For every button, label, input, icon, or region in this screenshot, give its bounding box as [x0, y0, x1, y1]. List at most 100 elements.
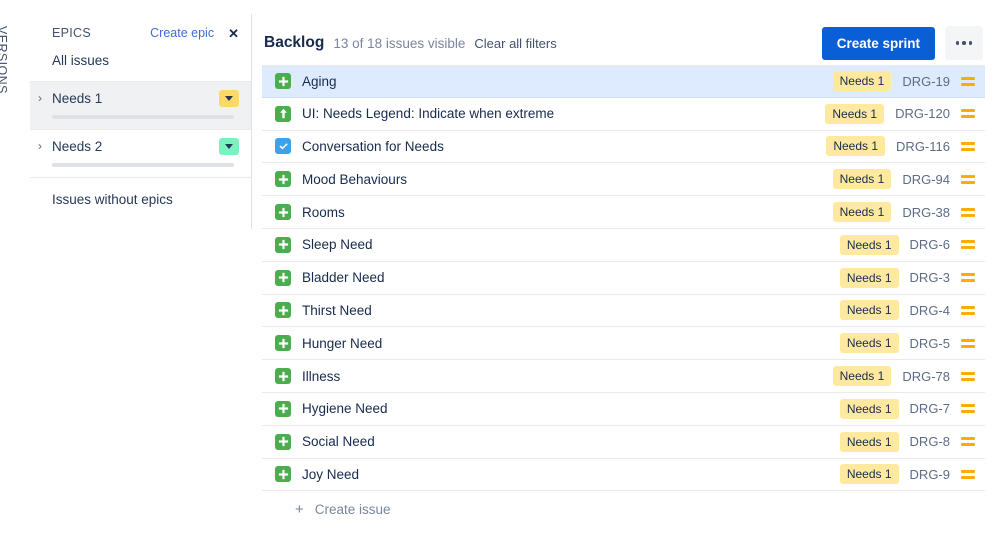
issue-key-link[interactable]: DRG-8: [910, 434, 950, 449]
chevron-down-icon: [225, 144, 233, 149]
issue-type-story-icon[interactable]: [275, 302, 291, 319]
backlog-issue-row[interactable]: Hunger Need Needs 1 DRG-5: [262, 327, 985, 361]
priority-bar: [961, 443, 975, 447]
issue-type-story-icon[interactable]: [275, 368, 291, 385]
priority-bar: [961, 311, 975, 315]
issue-key-link[interactable]: DRG-7: [910, 401, 950, 416]
priority-bar: [961, 305, 975, 309]
epic-item-needs-1[interactable]: › Needs 1: [30, 82, 251, 130]
backlog-issue-row[interactable]: Sleep Need Needs 1 DRG-6: [262, 228, 985, 262]
issue-type-improvement-icon[interactable]: [275, 105, 291, 122]
backlog-issue-row[interactable]: Conversation for Needs Needs 1 DRG-116: [262, 130, 985, 164]
chevron-right-icon[interactable]: ›: [38, 92, 42, 104]
versions-rail[interactable]: VERSIONS: [0, 0, 30, 535]
backlog-issue-row[interactable]: Mood Behaviours Needs 1 DRG-94: [262, 163, 985, 197]
priority-medium-icon[interactable]: [961, 207, 975, 217]
issue-type-story-icon[interactable]: [275, 73, 291, 90]
issue-key-link[interactable]: DRG-78: [902, 369, 950, 384]
priority-medium-icon[interactable]: [961, 305, 975, 315]
backlog-header: Backlog 13 of 18 issues visible Clear al…: [262, 24, 985, 62]
issue-summary: Hygiene Need: [302, 401, 388, 417]
epic-color-dropdown-button[interactable]: [219, 138, 239, 155]
issue-type-story-icon[interactable]: [275, 171, 291, 188]
issue-epic-badge[interactable]: Needs 1: [832, 71, 892, 92]
create-sprint-button[interactable]: Create sprint: [821, 26, 935, 60]
issue-key-link[interactable]: DRG-94: [902, 172, 950, 187]
issue-key-link[interactable]: DRG-5: [910, 336, 950, 351]
close-icon[interactable]: ✕: [228, 27, 239, 40]
epic-filter-issues-without-epics[interactable]: Issues without epics: [30, 178, 251, 221]
priority-medium-icon[interactable]: [961, 109, 975, 119]
backlog-issue-row[interactable]: Thirst Need Needs 1 DRG-4: [262, 294, 985, 328]
issue-summary: Social Need: [302, 434, 375, 450]
issues-visible-count: 13 of 18 issues visible: [333, 35, 466, 51]
create-issue-button[interactable]: + Create issue: [262, 491, 985, 527]
backlog-issue-row[interactable]: Bladder Need Needs 1 DRG-3: [262, 261, 985, 295]
backlog-issue-row[interactable]: Rooms Needs 1 DRG-38: [262, 196, 985, 229]
issue-key-link[interactable]: DRG-116: [896, 139, 950, 154]
issue-key-link[interactable]: DRG-120: [895, 106, 950, 121]
issue-epic-badge[interactable]: Needs 1: [826, 136, 886, 157]
issue-epic-badge[interactable]: Needs 1: [839, 267, 899, 288]
priority-medium-icon[interactable]: [961, 371, 975, 381]
issue-key-link[interactable]: DRG-6: [910, 237, 950, 252]
issue-type-story-icon[interactable]: [275, 335, 291, 352]
backlog-panel: Backlog 13 of 18 issues visible Clear al…: [252, 0, 995, 535]
issue-summary: Thirst Need: [302, 302, 372, 318]
issue-epic-badge[interactable]: Needs 1: [839, 464, 899, 485]
issue-key-link[interactable]: DRG-38: [902, 205, 950, 220]
issue-type-story-icon[interactable]: [275, 433, 291, 450]
create-epic-link[interactable]: Create epic: [150, 26, 214, 40]
issue-key-link[interactable]: DRG-3: [910, 270, 950, 285]
priority-bar: [961, 147, 975, 151]
more-actions-button[interactable]: [945, 26, 983, 60]
backlog-issue-row[interactable]: Hygiene Need Needs 1 DRG-7: [262, 392, 985, 426]
backlog-issue-row[interactable]: Illness Needs 1 DRG-78: [262, 360, 985, 393]
issue-epic-badge[interactable]: Needs 1: [839, 300, 899, 321]
issue-summary: Joy Need: [302, 466, 360, 482]
epic-filter-all-issues[interactable]: All issues: [30, 40, 251, 82]
priority-medium-icon[interactable]: [961, 404, 975, 414]
priority-medium-icon[interactable]: [961, 174, 975, 184]
issue-type-task-icon[interactable]: [275, 138, 291, 155]
issue-epic-badge[interactable]: Needs 1: [832, 169, 892, 190]
priority-medium-icon[interactable]: [961, 338, 975, 348]
issue-summary: Hunger Need: [302, 335, 383, 351]
issue-type-story-icon[interactable]: [275, 269, 291, 286]
issue-epic-badge[interactable]: Needs 1: [839, 431, 899, 452]
issue-epic-badge[interactable]: Needs 1: [839, 333, 899, 354]
issue-type-story-icon[interactable]: [275, 400, 291, 417]
epic-color-dropdown-button[interactable]: [219, 90, 239, 107]
backlog-issue-row[interactable]: UI: Needs Legend: Indicate when extreme N…: [262, 97, 985, 131]
issue-type-story-icon[interactable]: [275, 204, 291, 221]
issue-type-story-icon[interactable]: [275, 466, 291, 483]
chevron-right-icon[interactable]: ›: [38, 140, 42, 152]
priority-medium-icon[interactable]: [961, 469, 975, 479]
priority-medium-icon[interactable]: [961, 273, 975, 283]
priority-medium-icon[interactable]: [961, 76, 975, 86]
issue-summary: UI: Needs Legend: Indicate when extreme: [302, 106, 555, 122]
priority-bar: [961, 207, 975, 211]
issue-epic-badge[interactable]: Needs 1: [839, 234, 899, 255]
ellipsis-icon-dot: [962, 41, 966, 45]
issue-epic-badge[interactable]: Needs 1: [839, 398, 899, 419]
backlog-issue-row[interactable]: Joy Need Needs 1 DRG-9: [262, 458, 985, 492]
create-issue-label: Create issue: [314, 501, 391, 517]
priority-medium-icon[interactable]: [961, 240, 975, 250]
priority-bar: [961, 371, 975, 375]
priority-medium-icon[interactable]: [961, 141, 975, 151]
issue-summary: Mood Behaviours: [302, 171, 408, 187]
backlog-issue-row[interactable]: Aging Needs 1 DRG-19: [262, 65, 985, 98]
issue-key-link[interactable]: DRG-9: [910, 467, 950, 482]
backlog-issue-row[interactable]: Social Need Needs 1 DRG-8: [262, 425, 985, 459]
issue-type-story-icon[interactable]: [275, 236, 291, 253]
epic-progress-bar: [52, 115, 234, 119]
priority-medium-icon[interactable]: [961, 437, 975, 447]
clear-all-filters-link[interactable]: Clear all filters: [474, 36, 556, 51]
issue-epic-badge[interactable]: Needs 1: [832, 202, 892, 223]
issue-epic-badge[interactable]: Needs 1: [832, 366, 892, 387]
issue-key-link[interactable]: DRG-19: [902, 74, 950, 89]
issue-key-link[interactable]: DRG-4: [910, 303, 950, 318]
issue-epic-badge[interactable]: Needs 1: [825, 103, 885, 124]
epic-item-needs-2[interactable]: › Needs 2: [30, 130, 251, 178]
